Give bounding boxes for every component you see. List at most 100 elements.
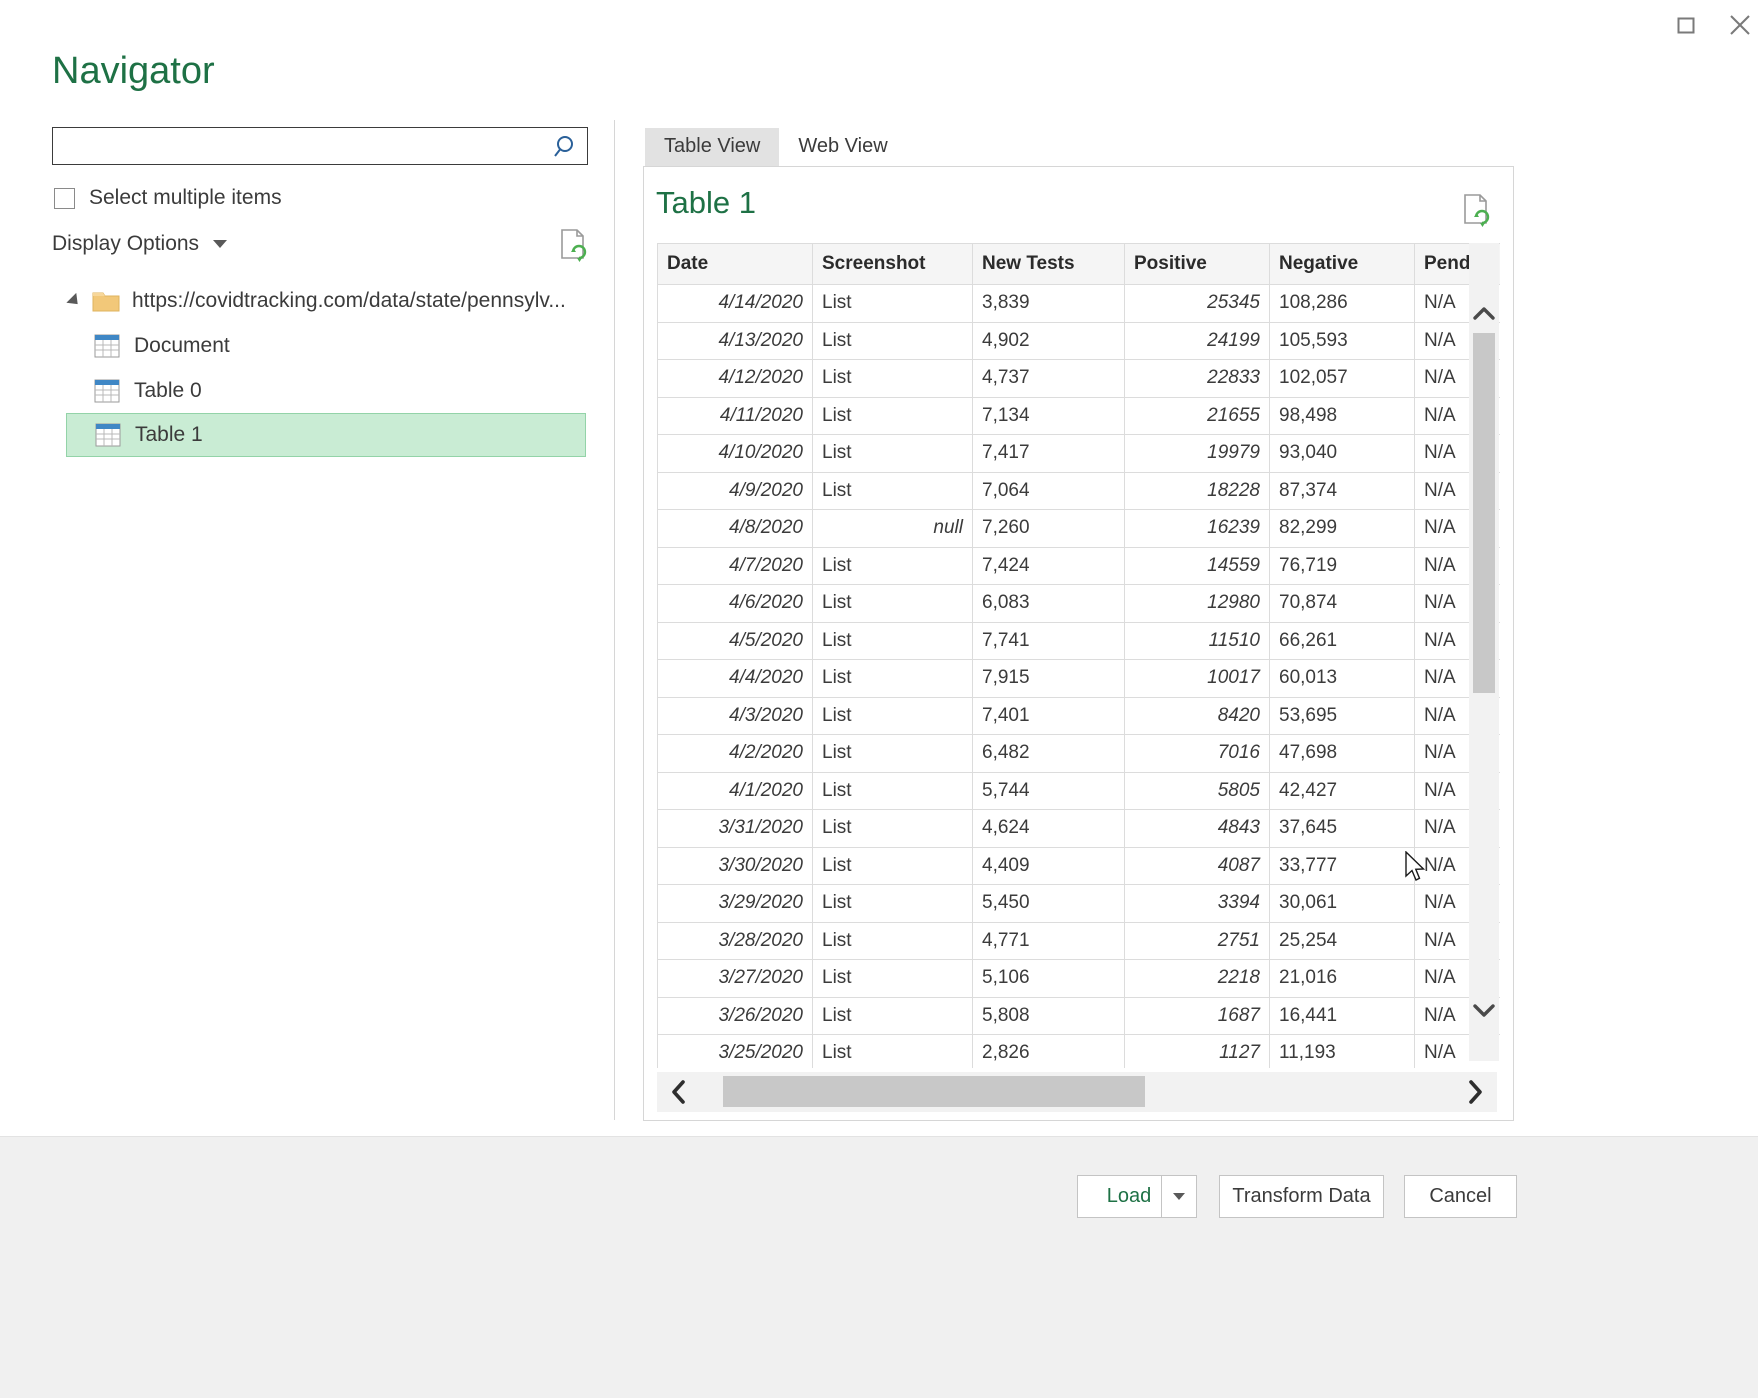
cell-screenshot: List <box>812 697 973 735</box>
table-row[interactable]: 4/9/2020 List 7,064 18228 87,374 N/A <box>657 472 1500 510</box>
cell-date: 4/9/2020 <box>657 472 813 510</box>
tab-web-view[interactable]: Web View <box>779 128 906 166</box>
cell-negative: 87,374 <box>1269 472 1415 510</box>
cell-positive: 22833 <box>1124 359 1270 398</box>
cell-new-tests: 4,624 <box>972 809 1125 848</box>
cell-new-tests: 7,424 <box>972 547 1125 585</box>
scroll-right-button[interactable] <box>1453 1072 1497 1112</box>
cell-date: 4/8/2020 <box>657 509 813 548</box>
cell-date: 3/26/2020 <box>657 997 813 1035</box>
cell-positive: 21655 <box>1124 397 1270 435</box>
transform-data-button[interactable]: Transform Data <box>1219 1175 1384 1218</box>
table-row[interactable]: 3/30/2020 List 4,409 4087 33,777 N/A <box>657 847 1500 885</box>
cell-negative: 11,193 <box>1269 1034 1415 1068</box>
table-row[interactable]: 4/14/2020 List 3,839 25345 108,286 N/A <box>657 284 1500 323</box>
scroll-up-button[interactable] <box>1469 299 1499 329</box>
cell-new-tests: 7,401 <box>972 697 1125 735</box>
table-row[interactable]: 3/27/2020 List 5,106 2218 21,016 N/A <box>657 959 1500 998</box>
table-row[interactable]: 4/6/2020 List 6,083 12980 70,874 N/A <box>657 584 1500 623</box>
tree-item-root[interactable]: https://covidtracking.com/data/state/pen… <box>52 278 592 323</box>
table-row[interactable]: 3/28/2020 List 4,771 2751 25,254 N/A <box>657 922 1500 960</box>
preview-grid-wrapper[interactable]: Date Screenshot New Tests Positive Negat… <box>657 243 1500 1068</box>
cell-date: 4/14/2020 <box>657 284 813 323</box>
table-row[interactable]: 3/26/2020 List 5,808 1687 16,441 N/A <box>657 997 1500 1035</box>
search-input[interactable] <box>53 128 543 164</box>
cell-negative: 42,427 <box>1269 772 1415 810</box>
column-header-date[interactable]: Date <box>657 243 813 285</box>
tree-item-root-label: https://covidtracking.com/data/state/pen… <box>132 288 566 312</box>
scroll-thumb-vertical[interactable] <box>1473 333 1495 693</box>
refresh-document-icon-right[interactable] <box>1459 193 1493 227</box>
grid-vertical-scrollbar[interactable] <box>1469 243 1499 1061</box>
close-button[interactable] <box>1722 0 1758 50</box>
grid-horizontal-scrollbar[interactable] <box>657 1072 1497 1112</box>
cell-positive: 3394 <box>1124 884 1270 923</box>
chevron-down-icon[interactable] <box>213 240 228 248</box>
scroll-down-button[interactable] <box>1469 995 1499 1025</box>
tree-item-table-1-label: Table 1 <box>135 423 203 446</box>
expander-triangle-icon[interactable] <box>64 291 84 311</box>
load-dropdown-button[interactable] <box>1161 1175 1197 1218</box>
cell-date: 4/12/2020 <box>657 359 813 398</box>
select-multiple-items-row[interactable]: Select multiple items <box>54 184 282 212</box>
table-icon <box>95 423 121 447</box>
table-row[interactable]: 4/4/2020 List 7,915 10017 60,013 N/A <box>657 659 1500 698</box>
table-row[interactable]: 4/7/2020 List 7,424 14559 76,719 N/A <box>657 547 1500 585</box>
cell-date: 4/11/2020 <box>657 397 813 435</box>
cell-negative: 60,013 <box>1269 659 1415 698</box>
cell-new-tests: 3,839 <box>972 284 1125 323</box>
tree-item-table-1[interactable]: Table 1 <box>66 413 586 457</box>
cell-new-tests: 2,826 <box>972 1034 1125 1068</box>
table-row[interactable]: 4/3/2020 List 7,401 8420 53,695 N/A <box>657 697 1500 735</box>
cancel-button[interactable]: Cancel <box>1404 1175 1517 1218</box>
table-row[interactable]: 3/25/2020 List 2,826 1127 11,193 N/A <box>657 1034 1500 1068</box>
table-row[interactable]: 4/11/2020 List 7,134 21655 98,498 N/A <box>657 397 1500 435</box>
cell-negative: 21,016 <box>1269 959 1415 998</box>
refresh-document-icon-left[interactable] <box>556 228 590 262</box>
table-row[interactable]: 4/2/2020 List 6,482 7016 47,698 N/A <box>657 734 1500 773</box>
column-header-screenshot[interactable]: Screenshot <box>812 243 973 285</box>
table-row[interactable]: 3/29/2020 List 5,450 3394 30,061 N/A <box>657 884 1500 923</box>
table-row[interactable]: 4/8/2020 null 7,260 16239 82,299 N/A <box>657 509 1500 548</box>
table-icon <box>94 379 120 402</box>
column-header-new-tests[interactable]: New Tests <box>972 243 1125 285</box>
cell-positive: 18228 <box>1124 472 1270 510</box>
scroll-thumb-horizontal[interactable] <box>723 1076 1145 1107</box>
grid-header-row: Date Screenshot New Tests Positive Negat… <box>657 243 1500 285</box>
tree-item-table-0[interactable]: Table 0 <box>52 368 592 413</box>
cell-date: 3/28/2020 <box>657 922 813 960</box>
display-options-button[interactable]: Display Options <box>52 229 228 259</box>
cell-new-tests: 4,409 <box>972 847 1125 885</box>
cell-positive: 7016 <box>1124 734 1270 773</box>
preview-table-title: Table 1 <box>656 185 756 220</box>
cell-screenshot: List <box>812 847 973 885</box>
search-icon[interactable] <box>551 133 581 161</box>
table-row[interactable]: 3/31/2020 List 4,624 4843 37,645 N/A <box>657 809 1500 848</box>
preview-tabs: Table View Web View <box>645 128 907 166</box>
table-row[interactable]: 4/12/2020 List 4,737 22833 102,057 N/A <box>657 359 1500 398</box>
scroll-left-button[interactable] <box>657 1072 701 1112</box>
cell-positive: 25345 <box>1124 284 1270 323</box>
search-box[interactable] <box>52 127 588 165</box>
cell-negative: 25,254 <box>1269 922 1415 960</box>
close-icon <box>1730 15 1750 35</box>
cell-screenshot: List <box>812 922 973 960</box>
title-bar <box>0 0 1758 52</box>
cell-date: 4/13/2020 <box>657 322 813 360</box>
table-row[interactable]: 4/13/2020 List 4,902 24199 105,593 N/A <box>657 322 1500 360</box>
cell-negative: 53,695 <box>1269 697 1415 735</box>
table-row[interactable]: 4/5/2020 List 7,741 11510 66,261 N/A <box>657 622 1500 660</box>
table-row[interactable]: 4/1/2020 List 5,744 5805 42,427 N/A <box>657 772 1500 810</box>
cell-negative: 37,645 <box>1269 809 1415 848</box>
table-row[interactable]: 4/10/2020 List 7,417 19979 93,040 N/A <box>657 434 1500 473</box>
column-header-positive[interactable]: Positive <box>1124 243 1270 285</box>
column-header-negative[interactable]: Negative <box>1269 243 1415 285</box>
cell-date: 4/4/2020 <box>657 659 813 698</box>
cell-negative: 47,698 <box>1269 734 1415 773</box>
cell-new-tests: 5,450 <box>972 884 1125 923</box>
maximize-button[interactable] <box>1658 0 1714 50</box>
cell-negative: 70,874 <box>1269 584 1415 623</box>
select-multiple-items-checkbox[interactable] <box>54 187 75 209</box>
tree-item-document[interactable]: Document <box>52 323 592 368</box>
tab-table-view[interactable]: Table View <box>645 128 780 166</box>
